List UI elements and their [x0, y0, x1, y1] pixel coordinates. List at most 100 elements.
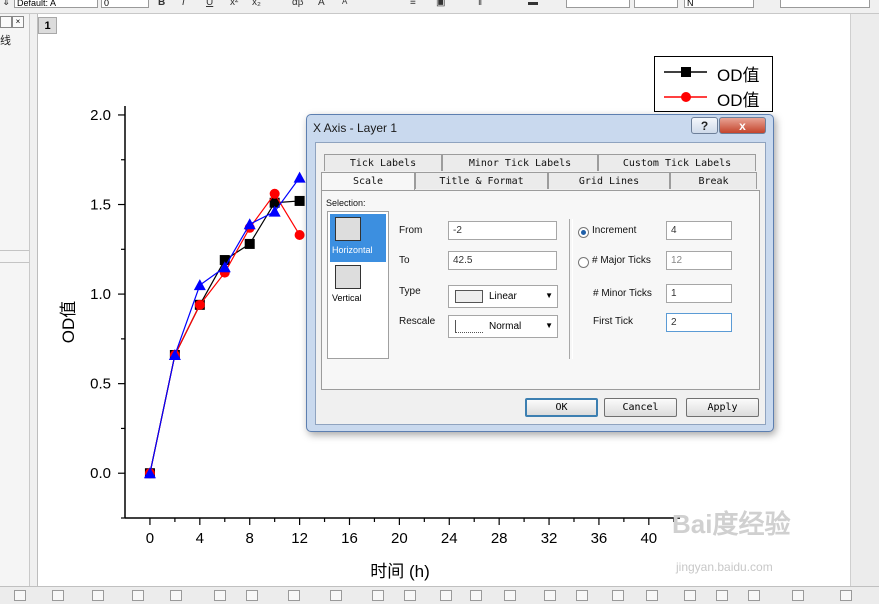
series-line-0 [149, 200, 300, 474]
toolbar-tool-icon[interactable] [440, 590, 452, 601]
watermark-url: jingyan.baidu.com [676, 560, 773, 574]
to-label: To [399, 255, 410, 266]
x-tick-label: 28 [491, 530, 508, 547]
horizontal-axis-icon [335, 217, 361, 241]
x-tick-labels: 0 4 8 12 16 20 24 28 32 36 40 [146, 530, 657, 547]
toolbar-tool-icon[interactable] [288, 590, 300, 601]
tab-tick-labels[interactable]: Tick Labels [324, 154, 442, 171]
dialog-client: Tick Labels Minor Tick Labels Custom Tic… [315, 142, 766, 425]
y-tick-label: 2.0 [90, 107, 111, 124]
from-label: From [399, 225, 423, 236]
toolbar-tool-icon[interactable] [612, 590, 624, 601]
cancel-button[interactable]: Cancel [604, 398, 677, 417]
selection-item-vertical[interactable]: Vertical [330, 262, 386, 310]
toolbar-tool-icon[interactable] [792, 590, 804, 601]
y-tick-label: 1.0 [90, 286, 111, 303]
bottom-toolbar [0, 586, 879, 604]
toolbar-tool-icon[interactable] [14, 590, 26, 601]
increment-field[interactable]: 4 [666, 221, 732, 240]
toolbar-tool-icon[interactable] [716, 590, 728, 601]
toolbar-tool-icon[interactable] [132, 590, 144, 601]
x-tick-label: 24 [441, 530, 458, 547]
dialog-title: X Axis - Layer 1 [313, 121, 398, 135]
x-tick-label: 40 [640, 530, 657, 547]
y-tick-label: 0.5 [90, 376, 111, 393]
tab-scale[interactable]: Scale [321, 172, 415, 191]
major-ticks-label: # Major Ticks [592, 255, 651, 266]
chart-series [143, 171, 306, 479]
rescale-icon [455, 320, 483, 333]
x-axis-dialog: X Axis - Layer 1 ? x Tick Labels Minor T… [306, 114, 774, 432]
type-label: Type [399, 286, 421, 297]
major-ticks-field[interactable]: 12 [666, 251, 732, 270]
minor-ticks-field[interactable]: 1 [666, 284, 732, 303]
column-divider [569, 219, 573, 359]
toolbar-tool-icon[interactable] [504, 590, 516, 601]
data-point-square [294, 195, 305, 206]
linear-scale-icon [455, 290, 483, 303]
toolbar-tool-icon[interactable] [470, 590, 482, 601]
toolbar-tool-icon[interactable] [52, 590, 64, 601]
legend-marker-square [681, 67, 691, 77]
from-field[interactable]: -2 [448, 221, 557, 240]
toolbar-tool-icon[interactable] [646, 590, 658, 601]
data-point-triangle [193, 279, 206, 291]
tab-grid-lines[interactable]: Grid Lines [548, 172, 670, 189]
increment-label: Increment [592, 225, 637, 236]
tab-custom-tick-labels[interactable]: Custom Tick Labels [598, 154, 756, 171]
x-tick-label: 36 [591, 530, 608, 547]
selection-item-label: Horizontal [332, 245, 373, 255]
toolbar-tool-icon[interactable] [246, 590, 258, 601]
legend-entry: OD值 [717, 91, 760, 110]
series-line-1 [149, 192, 301, 474]
toolbar-tool-icon[interactable] [330, 590, 342, 601]
toolbar-tool-icon[interactable] [748, 590, 760, 601]
legend-entry: OD值 [717, 66, 760, 85]
chart-legend[interactable]: OD值 OD值 [654, 56, 773, 112]
to-field[interactable]: 42.5 [448, 251, 557, 270]
rescale-select[interactable]: Normal ▼ [448, 315, 558, 338]
data-point-triangle [243, 218, 256, 230]
toolbar-tool-icon[interactable] [170, 590, 182, 601]
series-line-2 [149, 177, 301, 474]
chevron-down-icon: ▼ [545, 291, 553, 300]
x-tick-label: 12 [291, 530, 308, 547]
first-tick-field[interactable]: 2 [666, 313, 732, 332]
tab-minor-tick-labels[interactable]: Minor Tick Labels [442, 154, 598, 171]
toolbar-tool-icon[interactable] [544, 590, 556, 601]
x-tick-label: 0 [146, 530, 154, 547]
tab-title-format[interactable]: Title & Format [415, 172, 548, 189]
data-point-triangle [293, 171, 306, 183]
chevron-down-icon: ▼ [545, 321, 553, 330]
toolbar-tool-icon[interactable] [684, 590, 696, 601]
x-tick-label: 32 [541, 530, 558, 547]
y-axis-label: OD值 [59, 301, 78, 344]
rescale-label: Rescale [399, 316, 436, 327]
toolbar-tool-icon[interactable] [576, 590, 588, 601]
selection-item-horizontal[interactable]: Horizontal [330, 214, 386, 262]
major-ticks-radio[interactable] [578, 257, 589, 268]
type-value: Linear [489, 291, 517, 302]
selection-list[interactable]: Horizontal Vertical [327, 211, 389, 359]
ok-button[interactable]: OK [525, 398, 598, 417]
apply-button[interactable]: Apply [686, 398, 759, 417]
type-select[interactable]: Linear ▼ [448, 285, 558, 308]
x-tick-label: 16 [341, 530, 358, 547]
toolbar-tool-icon[interactable] [372, 590, 384, 601]
data-point-circle [194, 299, 205, 310]
toolbar-tool-icon[interactable] [92, 590, 104, 601]
tab-break[interactable]: Break [670, 172, 757, 189]
vertical-axis-icon [335, 265, 361, 289]
legend-marker-circle [681, 92, 691, 102]
toolbar-tool-icon[interactable] [214, 590, 226, 601]
x-axis-label: 时间 (h) [370, 562, 430, 581]
minor-ticks-label: # Minor Ticks [593, 288, 652, 299]
data-point-circle [269, 188, 280, 199]
data-point-square [244, 238, 255, 249]
help-button[interactable]: ? [691, 117, 718, 134]
toolbar-tool-icon[interactable] [840, 590, 852, 601]
toolbar-tool-icon[interactable] [404, 590, 416, 601]
close-button[interactable]: x [719, 117, 766, 134]
first-tick-label: First Tick [593, 316, 633, 327]
increment-radio[interactable] [578, 227, 589, 238]
